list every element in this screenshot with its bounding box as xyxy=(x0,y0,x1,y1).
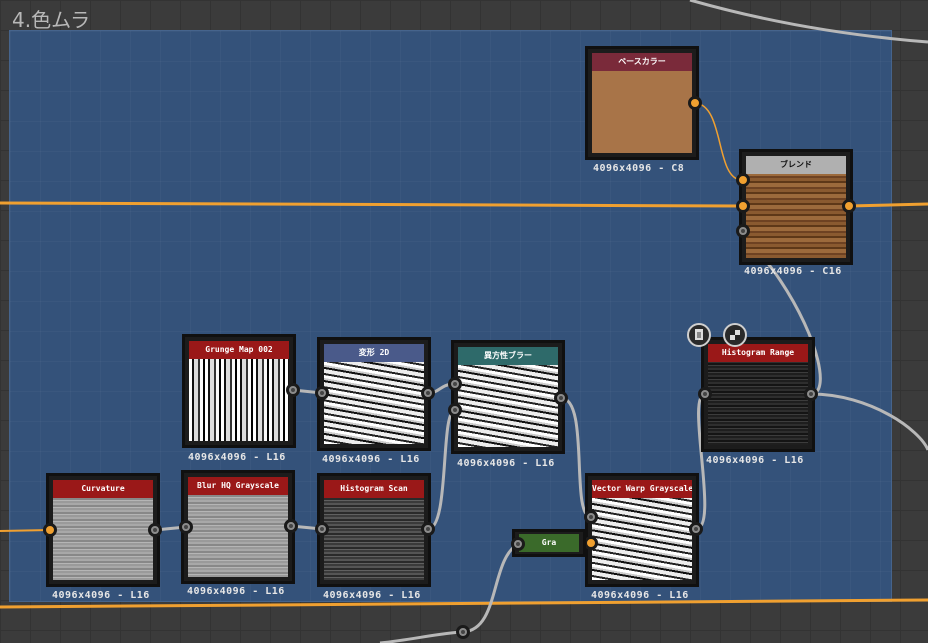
node-vector-warp-grayscale[interactable]: Vector Warp Grayscale xyxy=(585,473,699,587)
port-background[interactable] xyxy=(736,199,750,213)
node-thumbnail xyxy=(189,359,289,441)
wire-top-right-grey xyxy=(689,0,928,44)
node-resolution: 4096x4096 - L16 xyxy=(457,458,555,469)
node-thumbnail xyxy=(53,498,153,580)
port-output[interactable] xyxy=(554,391,568,405)
port-output[interactable] xyxy=(421,386,435,400)
node-title: Curvature xyxy=(53,480,153,498)
node-title: Vector Warp Grayscale xyxy=(592,480,692,498)
node-blend[interactable]: ブレンド xyxy=(739,149,853,265)
node-curvature[interactable]: Curvature xyxy=(46,473,160,587)
node-title: Gra xyxy=(519,534,579,552)
node-grunge-map[interactable]: Grunge Map 002 xyxy=(182,334,296,448)
node-resolution: 4096x4096 - L16 xyxy=(188,452,286,463)
node-title: ブレンド xyxy=(746,156,846,174)
node-thumbnail xyxy=(746,174,846,258)
document-icon[interactable] xyxy=(687,323,711,347)
port-output[interactable] xyxy=(421,522,435,536)
node-histogram-range[interactable]: Histogram Range xyxy=(701,337,815,452)
node-thumbnail xyxy=(458,365,558,447)
node-title: Blur HQ Grayscale xyxy=(188,477,288,495)
wire-main-orange-top xyxy=(0,201,743,208)
wire-histrange-out xyxy=(810,392,928,451)
port-input[interactable] xyxy=(584,510,598,524)
port-vector-map[interactable] xyxy=(584,536,598,550)
port-output[interactable] xyxy=(286,383,300,397)
node-resolution: 4096x4096 - L16 xyxy=(591,590,689,601)
node-resolution: 4096x4096 - L16 xyxy=(52,590,150,601)
node-thumbnail xyxy=(324,498,424,580)
node-title: Histogram Range xyxy=(708,344,808,362)
port-output[interactable] xyxy=(842,199,856,213)
port-intensity[interactable] xyxy=(448,403,462,417)
port-input[interactable] xyxy=(315,386,329,400)
port-input[interactable] xyxy=(511,537,525,551)
port-input[interactable] xyxy=(448,377,462,391)
port-output[interactable] xyxy=(804,387,818,401)
checker-icon[interactable] xyxy=(723,323,747,347)
node-resolution: 4096x4096 - L16 xyxy=(322,454,420,465)
wire-bottom-orange xyxy=(0,598,928,609)
node-title: Grunge Map 002 xyxy=(189,341,289,359)
node-title: Histogram Scan xyxy=(324,480,424,498)
node-transform-2d[interactable]: 変形 2D xyxy=(317,337,431,451)
node-thumbnail xyxy=(708,362,808,445)
node-resolution: 4096x4096 - L16 xyxy=(706,455,804,466)
node-title: ベースカラー xyxy=(592,53,692,71)
node-resolution: 4096x4096 - C8 xyxy=(593,163,685,174)
node-base-color[interactable]: ベースカラー xyxy=(585,46,699,160)
port-output[interactable] xyxy=(689,522,703,536)
port-foreground[interactable] xyxy=(736,173,750,187)
node-resolution: 4096x4096 - C16 xyxy=(744,266,842,277)
reroute-dot[interactable] xyxy=(456,625,470,639)
port-input[interactable] xyxy=(698,387,712,401)
port-input[interactable] xyxy=(179,520,193,534)
node-histogram-scan[interactable]: Histogram Scan xyxy=(317,473,431,587)
port-opacity[interactable] xyxy=(736,224,750,238)
node-thumbnail xyxy=(592,498,692,580)
node-thumbnail xyxy=(188,495,288,577)
node-thumbnail xyxy=(324,362,424,444)
node-anisotropic-blur[interactable]: 異方性ブラー xyxy=(451,340,565,454)
port-output[interactable] xyxy=(688,96,702,110)
node-title: 変形 2D xyxy=(324,344,424,362)
port-output[interactable] xyxy=(284,519,298,533)
node-resolution: 4096x4096 - L16 xyxy=(323,590,421,601)
wire-blend-out xyxy=(848,202,928,208)
port-output[interactable] xyxy=(148,523,162,537)
node-blur-hq-grayscale[interactable]: Blur HQ Grayscale xyxy=(181,470,295,584)
wire-basecolor-blend xyxy=(694,102,743,181)
node-resolution: 4096x4096 - L16 xyxy=(187,586,285,597)
node-title: 異方性ブラー xyxy=(458,347,558,365)
node-thumbnail xyxy=(592,71,692,153)
port-input[interactable] xyxy=(43,523,57,537)
port-input[interactable] xyxy=(315,522,329,536)
